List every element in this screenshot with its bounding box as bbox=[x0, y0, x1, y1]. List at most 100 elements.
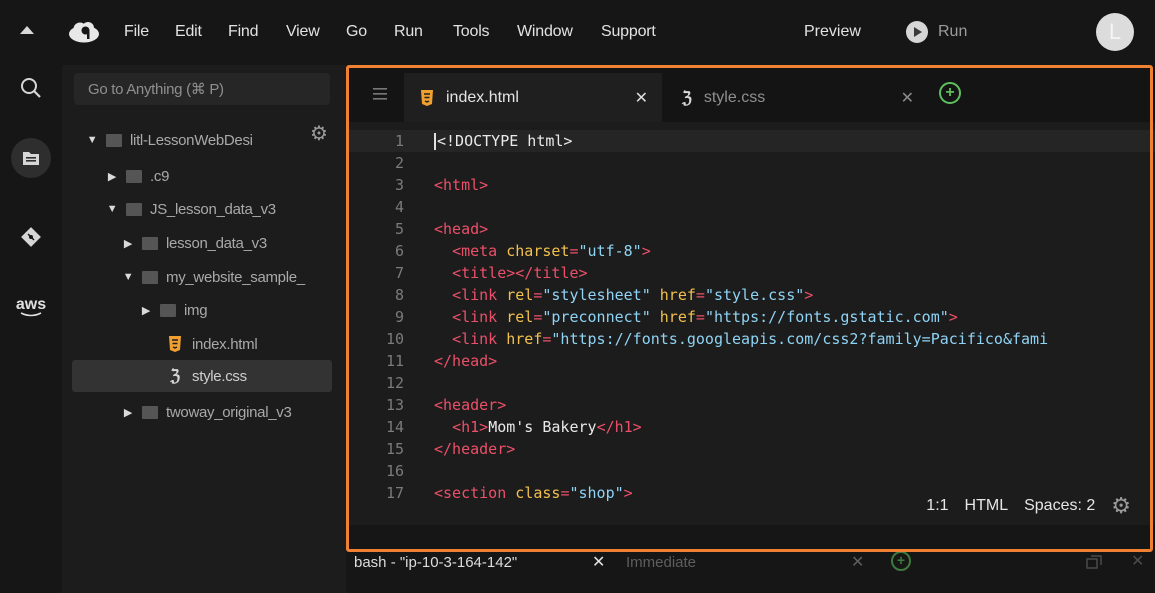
code-line[interactable]: 3 <html> bbox=[346, 174, 1155, 196]
terminal-panel: bash - "ip-10-3-164-142" ✕ Immediate ✕ +… bbox=[346, 525, 1155, 593]
git-icon[interactable] bbox=[11, 217, 51, 257]
code-editor[interactable]: 1 <!DOCTYPE html> 2 3 <html> 4 5 <head> 6 <meta … bbox=[346, 122, 1155, 525]
code-line[interactable]: 7 <title></title> bbox=[346, 262, 1155, 284]
editor-settings-gear-icon[interactable]: ⚙ bbox=[1111, 493, 1131, 519]
tree-settings-gear-icon[interactable]: ⚙ bbox=[310, 121, 328, 146]
files-icon[interactable] bbox=[11, 138, 51, 178]
tree-row-label: twoway_original_v3 bbox=[166, 403, 292, 421]
code-line[interactable]: 8 <link rel="stylesheet" href="style.css… bbox=[346, 284, 1155, 306]
menu-window[interactable]: Window bbox=[517, 23, 573, 41]
menu-edit[interactable]: Edit bbox=[175, 23, 202, 41]
chevron-down-icon: ▼ bbox=[106, 203, 118, 215]
tree-row-label: style.css bbox=[192, 367, 247, 385]
tab-menu-icon[interactable] bbox=[360, 82, 400, 106]
tree-row-folder[interactable]: ▶ img bbox=[138, 294, 308, 326]
code-line[interactable]: 11 </head> bbox=[346, 350, 1155, 372]
tab-label: index.html bbox=[446, 88, 519, 106]
close-icon[interactable]: ✕ bbox=[901, 88, 914, 108]
run-button[interactable]: Run bbox=[906, 21, 967, 43]
line-number: 11 bbox=[385, 352, 404, 370]
tree-row-folder[interactable]: ▶ .c9 bbox=[104, 160, 304, 192]
folder-icon bbox=[142, 405, 158, 419]
menu-run[interactable]: Run bbox=[394, 23, 423, 41]
term-tab-label: bash - "ip-10-3-164-142" bbox=[354, 553, 518, 571]
css3-icon: ℨ bbox=[682, 89, 692, 107]
close-icon[interactable]: ✕ bbox=[851, 552, 864, 572]
line-number: 7 bbox=[394, 264, 404, 282]
menu-file[interactable]: File bbox=[124, 23, 149, 41]
tree-row-folder[interactable]: ▼ JS_lesson_data_v3 bbox=[104, 193, 334, 225]
css3-icon: ℨ bbox=[170, 368, 180, 385]
code-line[interactable]: 4 bbox=[346, 196, 1155, 218]
add-terminal-plus-icon[interactable]: + bbox=[891, 551, 911, 571]
line-number: 2 bbox=[394, 154, 404, 172]
line-number: 4 bbox=[394, 198, 404, 216]
chevron-down-icon: ▼ bbox=[122, 271, 134, 283]
editor-status-bar: 1:1 HTML Spaces: 2 ⚙ bbox=[926, 493, 1131, 519]
code-line[interactable]: 13 <header> bbox=[346, 394, 1155, 416]
tab-immediate[interactable]: Immediate ✕ bbox=[626, 547, 864, 577]
restore-window-icon[interactable] bbox=[1086, 555, 1102, 569]
code-line[interactable]: 5 <head> bbox=[346, 218, 1155, 240]
term-tab-label: Immediate bbox=[626, 553, 697, 571]
chevron-down-icon: ▼ bbox=[86, 134, 98, 146]
tree-row-file-selected[interactable]: ℨ style.css bbox=[72, 360, 332, 392]
preview-button[interactable]: Preview bbox=[804, 23, 861, 41]
tree-row-label: img bbox=[184, 301, 208, 319]
line-number: 12 bbox=[385, 374, 404, 392]
indent-setting[interactable]: Spaces: 2 bbox=[1024, 497, 1095, 515]
close-panel-icon[interactable]: ✕ bbox=[1131, 551, 1144, 571]
menu-find[interactable]: Find bbox=[228, 23, 259, 41]
code-line[interactable]: 12 bbox=[346, 372, 1155, 394]
code-text: <meta charset="utf-8"> bbox=[452, 242, 651, 260]
search-icon[interactable] bbox=[11, 68, 51, 108]
code-line[interactable]: 1 <!DOCTYPE html> bbox=[346, 130, 1155, 152]
folder-icon bbox=[160, 303, 176, 317]
line-number: 13 bbox=[385, 396, 404, 414]
chevron-right-icon: ▶ bbox=[141, 304, 151, 317]
goto-anything-input[interactable]: Go to Anything (⌘ P) bbox=[74, 73, 330, 105]
code-text: </header> bbox=[434, 440, 516, 458]
line-number: 1 bbox=[394, 132, 404, 150]
code-line[interactable]: 15 </header> bbox=[346, 438, 1155, 460]
code-line[interactable]: 10 <link href="https://fonts.googleapis.… bbox=[346, 328, 1155, 350]
tree-row-folder[interactable]: ▼ litl-LessonWebDesi bbox=[84, 124, 294, 156]
close-icon[interactable]: ✕ bbox=[592, 552, 605, 572]
code-line[interactable]: 6 <meta charset="utf-8"> bbox=[346, 240, 1155, 262]
syntax-mode[interactable]: HTML bbox=[965, 497, 1009, 515]
code-text: <title></title> bbox=[452, 264, 588, 282]
menu-view[interactable]: View bbox=[286, 23, 320, 41]
avatar[interactable]: L bbox=[1096, 13, 1134, 51]
tree-row-label: lesson_data_v3 bbox=[166, 234, 267, 252]
tree-row-label: JS_lesson_data_v3 bbox=[150, 200, 276, 218]
tab-index-html[interactable]: index.html ✕ bbox=[404, 73, 662, 122]
tab-bash-terminal[interactable]: bash - "ip-10-3-164-142" ✕ bbox=[354, 547, 614, 577]
code-line[interactable]: 16 bbox=[346, 460, 1155, 482]
code-line[interactable]: 9 <link rel="preconnect" href="https://f… bbox=[346, 306, 1155, 328]
close-icon[interactable]: ✕ bbox=[635, 88, 648, 108]
tree-row-file[interactable]: index.html bbox=[166, 328, 326, 360]
aws-icon[interactable]: aws bbox=[11, 288, 51, 328]
line-number: 16 bbox=[385, 462, 404, 480]
chevron-right-icon: ▶ bbox=[123, 406, 133, 419]
cursor-position[interactable]: 1:1 bbox=[926, 497, 948, 515]
tree-row-folder[interactable]: ▼ my_website_sample_ bbox=[120, 261, 334, 293]
folder-icon bbox=[106, 133, 122, 147]
code-line[interactable]: 14 <h1>Mom's Bakery</h1> bbox=[346, 416, 1155, 438]
tree-row-label: litl-LessonWebDesi bbox=[130, 131, 253, 149]
file-tree-panel: Go to Anything (⌘ P) ⚙ ▼ litl-LessonWebD… bbox=[62, 65, 346, 593]
tree-row-folder[interactable]: ▶ twoway_original_v3 bbox=[120, 396, 334, 428]
line-number: 3 bbox=[394, 176, 404, 194]
add-tab-plus-icon[interactable]: + bbox=[939, 82, 961, 104]
folder-icon bbox=[126, 202, 142, 216]
cloud9-logo-icon[interactable] bbox=[68, 21, 100, 43]
menu-go[interactable]: Go bbox=[346, 23, 367, 41]
tab-style-css[interactable]: ℨ style.css ✕ bbox=[666, 73, 928, 122]
collapse-up-icon[interactable] bbox=[20, 26, 34, 34]
code-line[interactable]: 2 bbox=[346, 152, 1155, 174]
line-number: 14 bbox=[385, 418, 404, 436]
menu-support[interactable]: Support bbox=[601, 23, 656, 41]
menu-tools[interactable]: Tools bbox=[453, 23, 490, 41]
menu-bar: File Edit Find View Go Run Tools Window … bbox=[0, 0, 1155, 65]
tree-row-folder[interactable]: ▶ lesson_data_v3 bbox=[120, 227, 330, 259]
